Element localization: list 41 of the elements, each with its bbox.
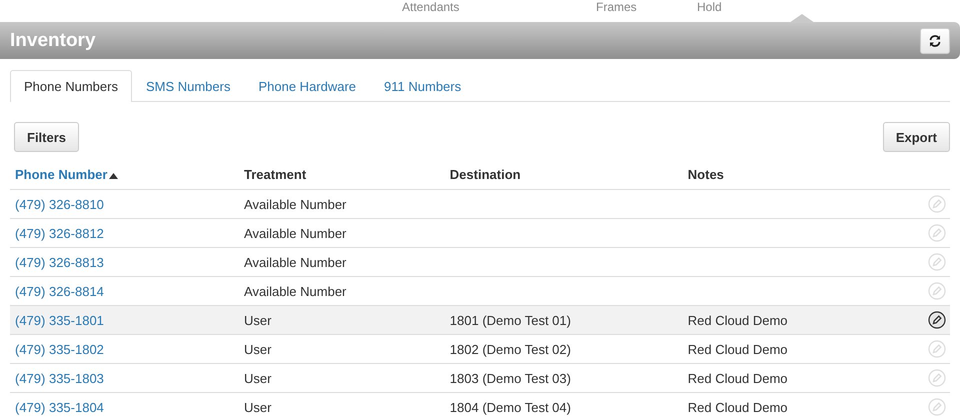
export-button[interactable]: Export [882, 122, 950, 152]
treatment-text: Available Number [244, 196, 346, 212]
treatment-text: User [244, 370, 272, 386]
tab[interactable]: SMS Numbers [132, 70, 244, 102]
phone-number-link[interactable]: (479) 326-8812 [15, 226, 104, 240]
treatment-text: Available Number [244, 254, 346, 270]
filters-button[interactable]: Filters [14, 122, 80, 152]
nav-link[interactable]: Attendants [402, 0, 460, 14]
treatment-text: User [244, 342, 272, 356]
page-title: Inventory [10, 30, 96, 52]
phone-number-link[interactable]: (479) 335-1803 [15, 370, 104, 386]
destination-text: 1803 (Demo Test 03) [450, 370, 571, 386]
tab[interactable]: Phone Hardware [244, 70, 370, 102]
treatment-text: User [244, 400, 272, 414]
column-header[interactable]: Phone Number [10, 160, 240, 190]
treatment-text: User [244, 312, 272, 328]
phone-number-link[interactable]: (479) 335-1802 [15, 342, 104, 356]
tab[interactable]: Phone Numbers [10, 70, 132, 102]
sort-caret-icon [109, 172, 118, 179]
refresh-button[interactable] [920, 28, 950, 54]
nav-link[interactable]: Frames [596, 0, 637, 14]
column-header[interactable]: Destination [444, 160, 683, 190]
notes-text: Red Cloud Demo [688, 400, 788, 414]
tab[interactable]: 911 Numbers [370, 70, 476, 102]
destination-text: 1802 (Demo Test 02) [450, 342, 571, 356]
treatment-text: Available Number [244, 284, 346, 298]
edit-icon[interactable] [928, 311, 946, 329]
nav-link[interactable]: Hold [697, 0, 722, 14]
treatment-text: Available Number [244, 226, 346, 240]
refresh-icon [928, 34, 942, 48]
notes-text: Red Cloud Demo [688, 342, 788, 356]
destination-text: 1804 (Demo Test 04) [450, 400, 571, 414]
phone-number-link[interactable]: (479) 326-8814 [15, 284, 104, 298]
column-header[interactable]: Treatment [239, 160, 445, 190]
phone-number-link[interactable]: (479) 335-1804 [15, 400, 104, 414]
notes-text: Red Cloud Demo [688, 370, 788, 386]
notes-text: Red Cloud Demo [688, 312, 788, 328]
column-header[interactable]: Notes [682, 160, 911, 190]
phone-number-link[interactable]: (479) 326-8813 [15, 254, 104, 270]
phone-number-link[interactable]: (479) 326-8810 [15, 196, 104, 212]
destination-text: 1801 (Demo Test 01) [450, 312, 571, 328]
